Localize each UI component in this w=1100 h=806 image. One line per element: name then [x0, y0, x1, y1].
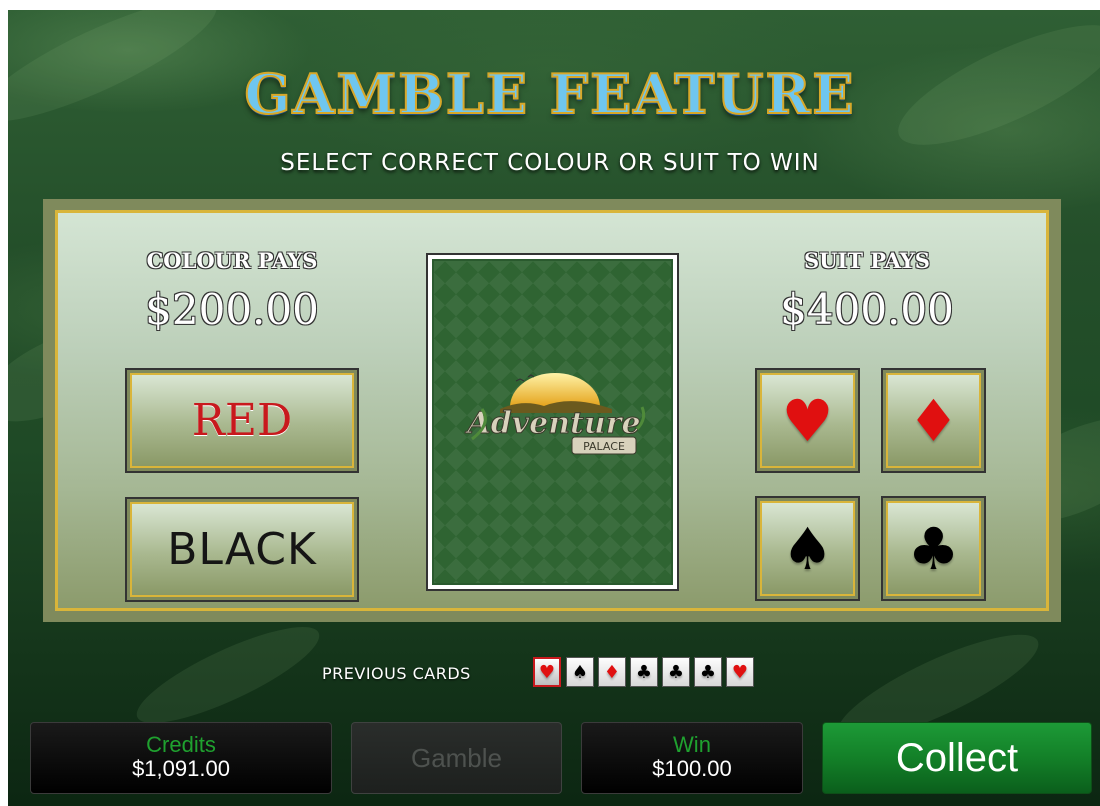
diamonds-icon: ♦ — [603, 661, 621, 683]
collect-button-label: Collect — [895, 735, 1019, 780]
logo-main-text: Adventure — [464, 406, 640, 441]
previous-card-clubs: ♣ — [694, 657, 722, 687]
previous-card-diamonds: ♦ — [598, 657, 626, 687]
gamble-button[interactable]: Gamble — [351, 722, 562, 794]
credits-display: Credits $1,091.00 — [30, 722, 332, 794]
gamble-feature-title: GAMBLE FEATURE — [243, 61, 856, 127]
diamonds-button[interactable]: ♦ — [881, 368, 986, 473]
colour-pays-label: COLOUR PAYS — [146, 248, 318, 273]
hearts-button-face: ♥ — [760, 373, 855, 468]
colour-pays-value: $200.00 — [145, 285, 319, 334]
clubs-icon: ♣ — [907, 514, 960, 583]
clubs-icon: ♣ — [699, 661, 717, 683]
win-label: Win — [673, 731, 711, 757]
card-back-pattern: Adventure PALACE — [432, 259, 673, 585]
win-display: Win $100.00 — [581, 722, 803, 794]
credits-label: Credits — [146, 731, 216, 757]
adventure-palace-logo-icon: Adventure PALACE — [464, 373, 646, 455]
suit-pays-value: $400.00 — [780, 285, 954, 334]
hearts-icon: ♥ — [731, 661, 749, 683]
previous-cards-label: PREVIOUS CARDS — [322, 664, 471, 683]
hearts-button[interactable]: ♥ — [755, 368, 860, 473]
gamble-button-label: Gamble — [410, 742, 503, 773]
clubs-button[interactable]: ♣ — [881, 496, 986, 601]
clubs-icon: ♣ — [635, 661, 653, 683]
face-down-card: Adventure PALACE — [426, 253, 679, 591]
black-button-face: BLACK — [130, 502, 354, 597]
previous-card-clubs: ♣ — [630, 657, 658, 687]
spades-icon: ♠ — [781, 514, 834, 583]
hearts-icon: ♥ — [538, 661, 556, 683]
previous-card-clubs: ♣ — [662, 657, 690, 687]
collect-button[interactable]: Collect — [822, 722, 1092, 794]
spades-button-face: ♠ — [760, 501, 855, 596]
diamonds-icon: ♦ — [907, 386, 960, 455]
clubs-icon: ♣ — [667, 661, 685, 683]
win-value: $100.00 — [652, 755, 732, 781]
hearts-icon: ♥ — [781, 386, 834, 455]
spades-icon: ♠ — [571, 661, 589, 683]
spades-button[interactable]: ♠ — [755, 496, 860, 601]
black-button-label: BLACK — [167, 524, 317, 575]
suit-pays-label: SUIT PAYS — [804, 248, 930, 273]
red-button[interactable]: RED — [125, 368, 359, 473]
black-button[interactable]: BLACK — [125, 497, 359, 602]
clubs-button-face: ♣ — [886, 501, 981, 596]
credits-value: $1,091.00 — [132, 755, 230, 781]
previous-card-hearts: ♥ — [726, 657, 754, 687]
previous-card-spades: ♠ — [566, 657, 594, 687]
logo-sub-text: PALACE — [583, 440, 625, 453]
jungle-leaf-decoration — [126, 610, 330, 740]
instruction-subtitle: SELECT CORRECT COLOUR OR SUIT TO WIN — [280, 150, 820, 176]
red-button-face: RED — [130, 373, 354, 468]
diamonds-button-face: ♦ — [886, 373, 981, 468]
previous-card-hearts: ♥ — [533, 657, 561, 687]
red-button-label: RED — [191, 395, 293, 446]
